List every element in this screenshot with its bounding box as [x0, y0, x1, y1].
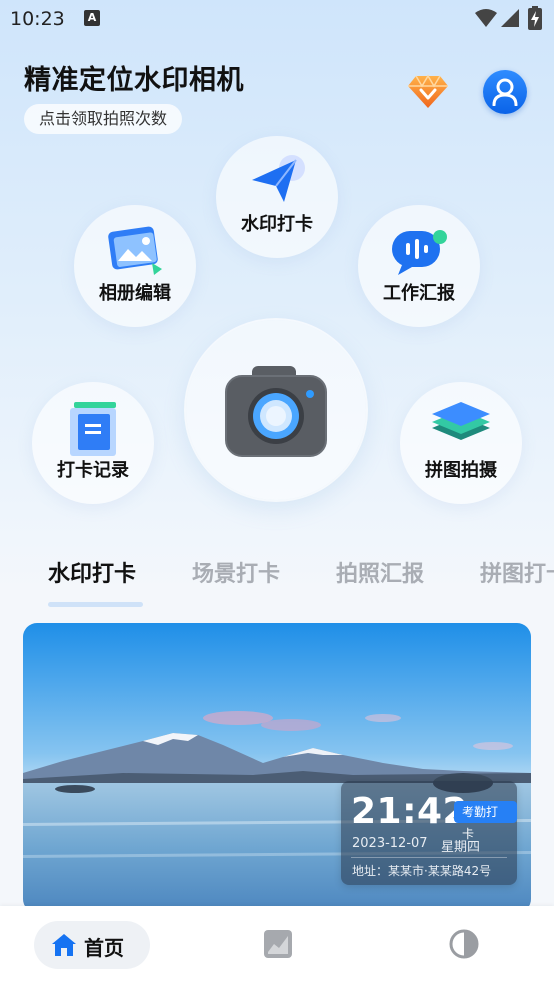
feature-checkin-records[interactable]: 打卡记录: [32, 382, 154, 504]
feature-label: 工作汇报: [383, 283, 455, 304]
voice-report-icon: [392, 230, 447, 275]
watermark-preview-card[interactable]: 21:42 考勤打卡 2023-12-07 星期四 地址：某某市·某某路42号: [23, 623, 531, 913]
wifi-icon: [475, 9, 497, 27]
send-arrow-icon: [252, 155, 305, 202]
feature-label: 打卡记录: [57, 460, 129, 481]
home-icon: [52, 934, 76, 956]
feature-label: 水印打卡: [241, 214, 313, 235]
watermark-divider: [351, 857, 507, 858]
active-tab-indicator: [48, 602, 143, 607]
category-tabs: 水印打卡 场景打卡 拍照汇报 拼图打卡: [0, 548, 554, 608]
half-circle-icon[interactable]: [448, 928, 480, 960]
nav-home[interactable]: 首页: [34, 921, 150, 969]
feature-label: 拼图拍摄: [425, 460, 497, 481]
signal-icon: [501, 9, 519, 27]
app-title: 精准定位水印相机: [24, 65, 244, 96]
photo-edit-icon: [108, 226, 162, 275]
record-document-icon: [70, 402, 116, 456]
status-bar: 10:23 A: [0, 0, 554, 40]
watermark-time: 21:42: [351, 791, 469, 832]
watermark-badge: 考勤打卡: [454, 801, 517, 841]
tab-watermark-checkin[interactable]: 水印打卡: [48, 556, 136, 588]
tab-collage-checkin[interactable]: 拼图打卡: [480, 556, 554, 588]
promo-chip[interactable]: 点击领取拍照次数: [24, 104, 183, 134]
notification-indicator-icon: A: [84, 10, 100, 26]
tab-photo-report[interactable]: 拍照汇报: [336, 556, 424, 588]
layers-icon: [432, 402, 490, 440]
feature-album-edit[interactable]: 相册编辑: [74, 205, 196, 327]
feature-label: 相册编辑: [99, 283, 171, 304]
feature-collage-shoot[interactable]: 拼图拍摄: [400, 382, 522, 504]
watermark-address: 地址：某某市·某某路42号: [352, 864, 492, 878]
battery-charging-icon: [528, 6, 542, 30]
watermark-overlay: 21:42 考勤打卡 2023-12-07 星期四 地址：某某市·某某路42号: [341, 781, 517, 885]
camera-icon: [225, 366, 327, 457]
camera-shutter-button[interactable]: [186, 320, 366, 500]
feature-watermark-checkin[interactable]: 水印打卡: [216, 136, 338, 258]
nav-home-label: 首页: [84, 936, 124, 960]
status-time: 10:23: [10, 8, 65, 30]
user-avatar-icon[interactable]: [483, 70, 527, 114]
watermark-date: 2023-12-07: [352, 836, 428, 851]
chart-trend-icon[interactable]: [262, 928, 294, 960]
feature-work-report[interactable]: 工作汇报: [358, 205, 480, 327]
bottom-navigation: 首页: [0, 906, 554, 984]
tab-scene-checkin[interactable]: 场景打卡: [192, 556, 280, 588]
diamond-icon[interactable]: [406, 70, 450, 110]
watermark-weekday: 星期四: [441, 840, 481, 855]
